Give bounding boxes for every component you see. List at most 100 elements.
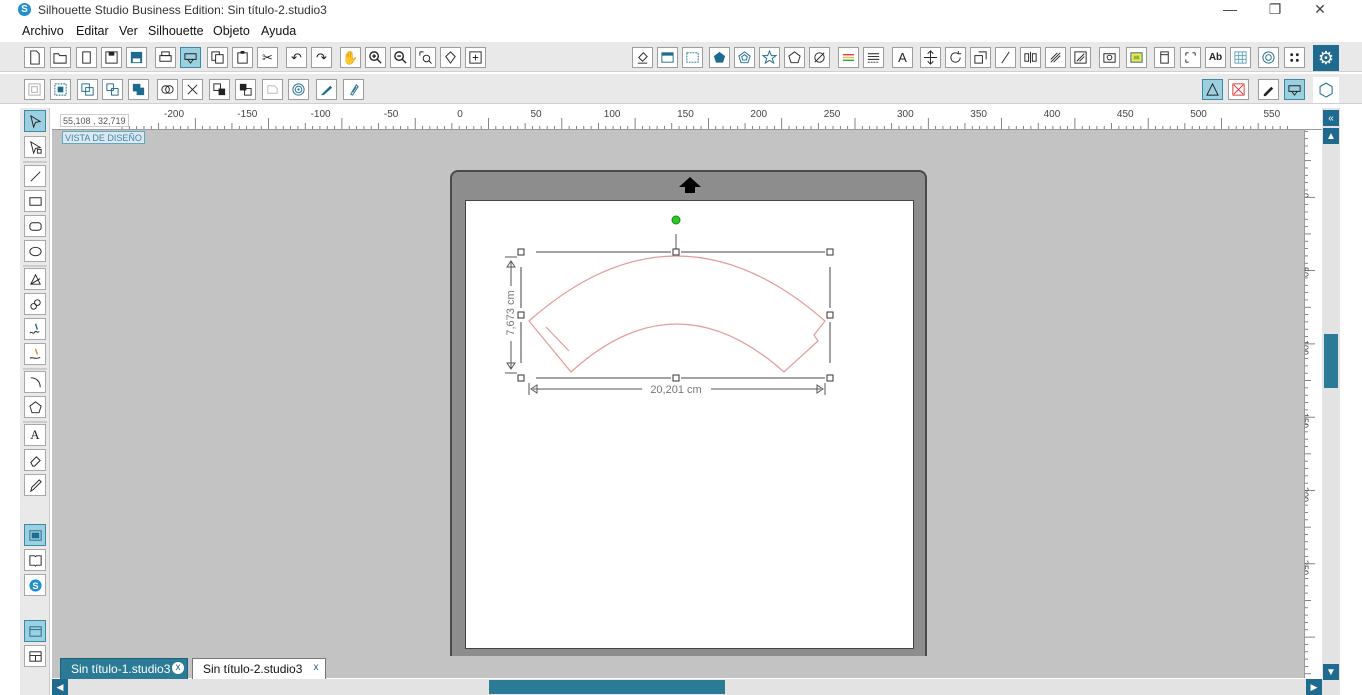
trace-icon[interactable] (1099, 47, 1120, 68)
offset-icon[interactable] (1258, 47, 1279, 68)
close-tab-icon[interactable]: x (172, 662, 184, 674)
nesting-icon[interactable] (1070, 47, 1091, 68)
menu-objeto[interactable]: Objeto (213, 24, 250, 38)
copy-icon[interactable] (207, 47, 228, 68)
tab-document-2[interactable]: Sin título-2.studio3 x (192, 658, 326, 680)
print-icon[interactable] (155, 47, 176, 68)
freehand-tool-icon[interactable] (24, 318, 46, 340)
design-canvas[interactable]: VISTA DE DISEÑO 7,673 cm 20,201 cm (52, 130, 1304, 678)
scroll-down-arrow-icon[interactable]: ▼ (1323, 664, 1339, 680)
design-panel-icon[interactable] (1202, 79, 1223, 100)
menu-editar[interactable]: Editar (76, 24, 109, 38)
resize-handle[interactable] (672, 374, 680, 382)
text-style-icon[interactable]: A (892, 47, 913, 68)
rectangle-tool-icon[interactable] (24, 190, 46, 212)
resize-handle[interactable] (517, 374, 525, 382)
open-folder-icon[interactable] (50, 47, 71, 68)
menu-ver[interactable]: Ver (119, 24, 138, 38)
bring-forward-icon[interactable] (262, 79, 283, 100)
paste-icon[interactable] (232, 47, 253, 68)
menu-ayuda[interactable]: Ayuda (261, 24, 296, 38)
menu-silhouette[interactable]: Silhouette (148, 24, 204, 38)
tab-document-1[interactable]: Sin título-1.studio3 x (60, 658, 188, 680)
design-view-icon[interactable] (24, 524, 46, 546)
restore-button[interactable]: ❐ (1253, 0, 1297, 21)
sketch-pen-icon[interactable] (1258, 79, 1279, 100)
silhouette-store-icon[interactable]: S (24, 574, 46, 596)
library-icon[interactable] (76, 47, 97, 68)
close-tab-icon[interactable]: x (310, 662, 322, 674)
split-panel-view-icon[interactable] (24, 645, 46, 667)
settings-gear-icon[interactable]: ⚙ (1313, 45, 1339, 71)
line-weight-icon[interactable] (863, 47, 884, 68)
text-to-path-icon[interactable]: Ab (1205, 47, 1226, 68)
pentagon-fill-icon[interactable] (709, 47, 730, 68)
cut-scissors-icon[interactable]: ✂ (257, 47, 278, 68)
edit-points-icon[interactable] (24, 136, 46, 158)
fit-to-page-icon[interactable] (465, 47, 486, 68)
rounded-rectangle-tool-icon[interactable] (24, 215, 46, 237)
close-window-button[interactable]: ✕ (1298, 0, 1342, 21)
page-setup-icon[interactable] (1154, 47, 1175, 68)
resize-handle[interactable] (826, 374, 834, 382)
ellipse-tool-icon[interactable] (24, 240, 46, 262)
knife-tool-icon[interactable] (24, 474, 46, 496)
select-arrow-icon[interactable] (24, 110, 46, 132)
resize-handle[interactable] (517, 248, 525, 256)
shear-icon[interactable] (995, 47, 1016, 68)
align-icon[interactable] (1020, 47, 1041, 68)
polygon-tool-icon[interactable] (24, 268, 46, 290)
zoom-drag-icon[interactable] (440, 47, 461, 68)
transform-icon[interactable] (920, 47, 941, 68)
text-tool-icon[interactable]: A (24, 424, 46, 446)
scroll-up-arrow-icon[interactable]: ▲ (1323, 128, 1339, 144)
menu-archivo[interactable]: Archivo (22, 24, 64, 38)
vertical-scrollbar[interactable]: « ▲ ▼ (1322, 108, 1340, 695)
horizontal-scrollbar[interactable]: ◀ ▶ (52, 679, 1322, 695)
redo-icon[interactable]: ↷ (311, 47, 332, 68)
rotate-icon[interactable] (945, 47, 966, 68)
modify-icon[interactable] (1284, 47, 1305, 68)
knife-icon[interactable] (316, 79, 337, 100)
offset-rings-icon[interactable] (288, 79, 309, 100)
zoom-in-icon[interactable] (365, 47, 386, 68)
group-icon[interactable] (24, 79, 45, 100)
pan-hand-icon[interactable]: ✋ (340, 47, 361, 68)
grid-icon[interactable] (1230, 47, 1251, 68)
resize-handle[interactable] (672, 248, 680, 256)
cupcake-wrapper-shape[interactable] (528, 255, 826, 373)
send-to-back-icon[interactable] (235, 79, 256, 100)
resize-handle[interactable] (826, 248, 834, 256)
arc-tool-icon[interactable] (24, 371, 46, 393)
bring-to-front-icon[interactable] (209, 79, 230, 100)
minimize-button[interactable]: — (1208, 0, 1252, 21)
ungroup-icon[interactable] (50, 79, 71, 100)
eraser-icon[interactable] (24, 449, 46, 471)
horizontal-scroll-thumb[interactable] (489, 680, 725, 694)
collapse-panel-icon[interactable]: « (1323, 110, 1339, 126)
line-color-icon[interactable] (838, 47, 859, 68)
intersect-icon[interactable] (157, 79, 178, 100)
make-compound-icon[interactable] (77, 79, 98, 100)
replicate-icon[interactable] (1045, 47, 1066, 68)
shape-outline-icon[interactable]: ⬡ (1313, 77, 1339, 103)
smooth-freehand-tool-icon[interactable] (24, 343, 46, 365)
vertical-scroll-thumb[interactable] (1324, 334, 1338, 388)
fill-pattern-icon[interactable] (682, 47, 703, 68)
release-compound-icon[interactable] (102, 79, 123, 100)
curve-tool-icon[interactable] (24, 293, 46, 315)
zoom-out-icon[interactable] (390, 47, 411, 68)
send-to-silhouette-icon[interactable] (180, 47, 201, 68)
zoom-box-icon[interactable] (415, 47, 436, 68)
library-book-icon[interactable] (24, 549, 46, 571)
new-file-icon[interactable] (24, 47, 45, 68)
weld-icon[interactable] (128, 79, 149, 100)
star-outline-icon[interactable] (759, 47, 780, 68)
scale-icon[interactable] (970, 47, 991, 68)
delete-x-icon[interactable] (182, 79, 203, 100)
line-tool-icon[interactable] (24, 165, 46, 187)
undo-icon[interactable]: ↶ (286, 47, 307, 68)
line-style-icon[interactable] (809, 47, 830, 68)
resize-handle[interactable] (826, 311, 834, 319)
eraser-tool-icon[interactable] (343, 79, 364, 100)
